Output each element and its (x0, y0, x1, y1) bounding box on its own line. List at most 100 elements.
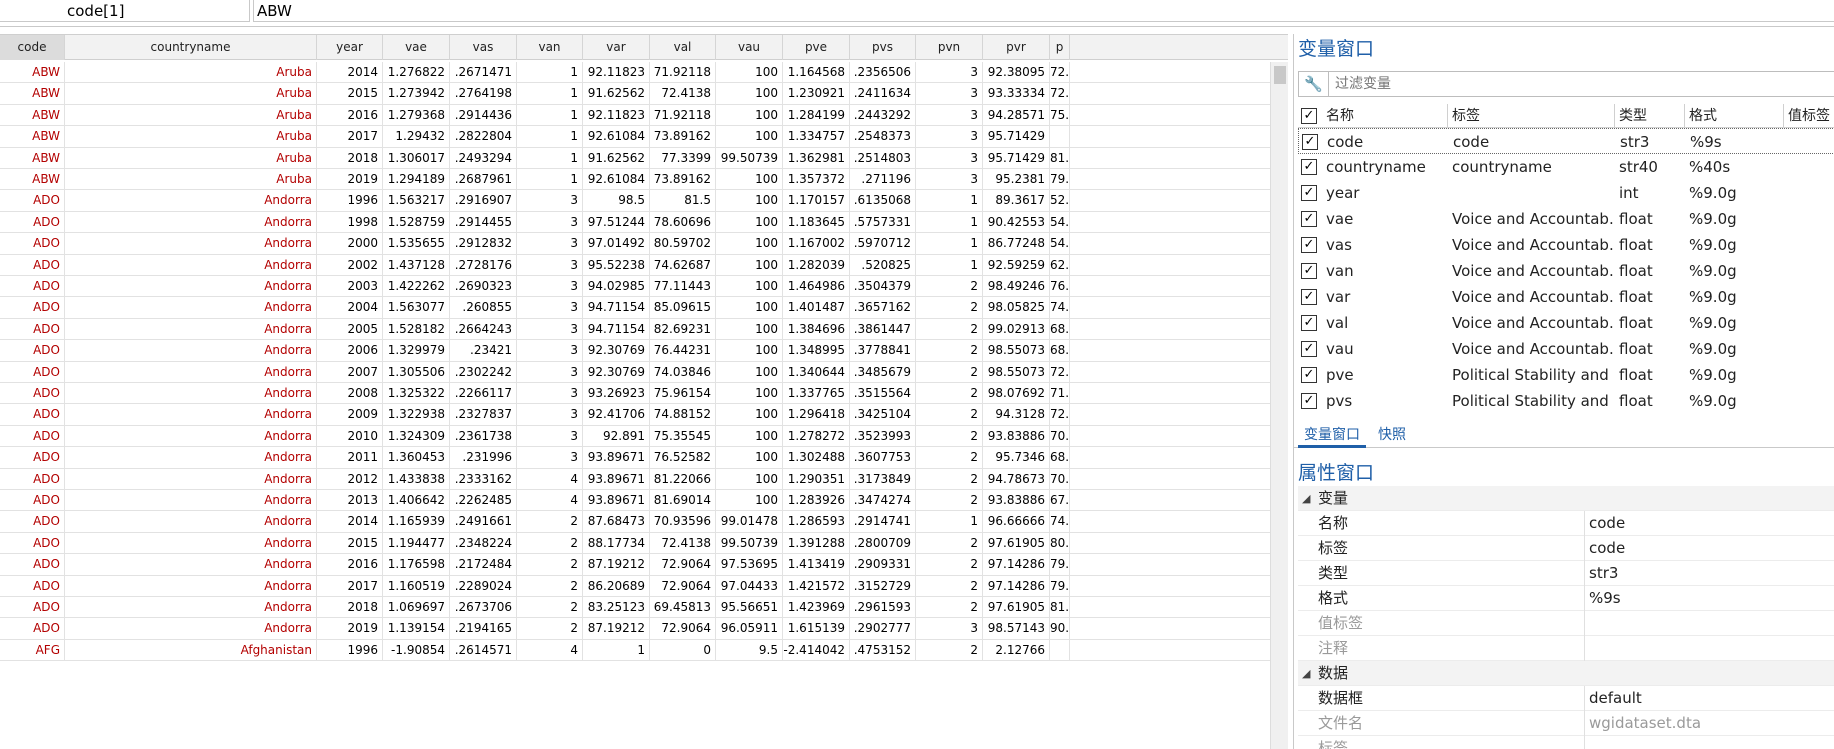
cell-countryname[interactable]: Andorra (65, 297, 317, 319)
cell-vas[interactable]: .2262485 (450, 490, 517, 511)
variable-checkbox[interactable]: ✓ (1301, 211, 1317, 227)
cell-var[interactable]: 94.71154 (583, 297, 650, 319)
cell-pvn[interactable]: 2 (916, 490, 983, 511)
cell-code[interactable]: ADO (0, 468, 65, 490)
cell-pvn[interactable]: 2 (916, 361, 983, 383)
cell-pvn[interactable]: 1 (916, 254, 983, 276)
cell-countryname[interactable]: Andorra (65, 361, 317, 383)
property-value[interactable] (1584, 611, 1834, 636)
cell-vae[interactable]: 1.433838 (383, 468, 450, 490)
cell-vas[interactable]: .2673706 (450, 597, 517, 618)
cell-countryname[interactable]: Andorra (65, 211, 317, 233)
cell-vau[interactable]: 100 (716, 490, 783, 511)
cell-p[interactable]: 67.7 (1050, 490, 1070, 511)
cell-van[interactable]: 4 (517, 490, 583, 511)
cell-code[interactable]: ABW (0, 104, 65, 126)
cell-vae[interactable]: 1.279368 (383, 104, 450, 126)
cell-countryname[interactable]: Andorra (65, 383, 317, 404)
cell-p[interactable]: 54.7 (1050, 211, 1070, 233)
cell-pve[interactable]: 1.170157 (783, 190, 850, 212)
cell-pvs[interactable]: .3515564 (850, 383, 916, 404)
cell-year[interactable]: 2011 (317, 447, 383, 469)
cell-countryname[interactable]: Andorra (65, 532, 317, 554)
cell-val[interactable]: 75.35545 (650, 425, 716, 447)
cell-vau[interactable]: 100 (716, 447, 783, 469)
cell-vau[interactable]: 99.01478 (716, 511, 783, 533)
cell-van[interactable]: 2 (517, 575, 583, 597)
cell-van[interactable]: 3 (517, 383, 583, 404)
cell-year[interactable]: 1996 (317, 190, 383, 212)
cell-pve[interactable]: 1.230921 (783, 83, 850, 105)
variables-column-header[interactable]: 标签 (1448, 104, 1615, 128)
scroll-thumb[interactable] (1274, 66, 1286, 84)
cell-vau[interactable]: 100 (716, 468, 783, 490)
cell-countryname[interactable]: Andorra (65, 254, 317, 276)
cell-year[interactable]: 2009 (317, 404, 383, 426)
cell-var[interactable]: 97.01492 (583, 233, 650, 255)
cell-p[interactable]: 70.1 (1050, 468, 1070, 490)
cell-var[interactable]: 92.891 (583, 425, 650, 447)
cell-vae[interactable]: 1.322938 (383, 404, 450, 426)
cell-year[interactable]: 2014 (317, 62, 383, 83)
cell-vae[interactable]: 1.324309 (383, 425, 450, 447)
cell-var[interactable]: 98.5 (583, 190, 650, 212)
property-row[interactable]: 标签 code (1298, 536, 1834, 561)
variable-row[interactable]: ✓ pve Political Stability and ... float %9.0… (1298, 362, 1834, 388)
cell-pve[interactable]: 1.302488 (783, 447, 850, 469)
column-header-val[interactable]: val (650, 35, 716, 60)
cell-vau[interactable]: 100 (716, 62, 783, 83)
cell-pvr[interactable]: 95.2381 (983, 169, 1050, 190)
cell-code[interactable]: ADO (0, 383, 65, 404)
cell-vas[interactable]: .2914455 (450, 211, 517, 233)
cell-var[interactable]: 93.89671 (583, 447, 650, 469)
cell-p[interactable]: 74.2 (1050, 297, 1070, 319)
cell-pvs[interactable]: .3485679 (850, 361, 916, 383)
cell-vae[interactable]: 1.29432 (383, 126, 450, 148)
cell-year[interactable]: 2004 (317, 297, 383, 319)
cell-van[interactable]: 1 (517, 126, 583, 148)
cell-val[interactable]: 85.09615 (650, 297, 716, 319)
cell-val[interactable]: 72.9064 (650, 554, 716, 576)
variable-row[interactable]: ✓ val Voice and Accountab... float %9.0g (1298, 310, 1834, 336)
cell-pvr[interactable]: 98.07692 (983, 383, 1050, 404)
cell-pvr[interactable]: 95.71429 (983, 126, 1050, 148)
cell-pvn[interactable]: 2 (916, 468, 983, 490)
property-value[interactable]: code (1584, 536, 1834, 561)
cell-countryname[interactable]: Andorra (65, 233, 317, 255)
cell-var[interactable]: 87.68473 (583, 511, 650, 533)
cell-vae[interactable]: -1.90854 (383, 639, 450, 661)
cell-p[interactable]: 68.1 (1050, 340, 1070, 362)
cell-vau[interactable]: 100 (716, 190, 783, 212)
cell-pve[interactable]: 1.615139 (783, 618, 850, 640)
property-group[interactable]: ◢ 变量 (1298, 486, 1834, 511)
cell-val[interactable]: 71.92118 (650, 104, 716, 126)
cell-p[interactable]: 79.5 (1050, 575, 1070, 597)
cell-vas[interactable]: .2348224 (450, 532, 517, 554)
cell-pvs[interactable]: .5970712 (850, 233, 916, 255)
cell-vas[interactable]: .2493294 (450, 147, 517, 169)
cell-year[interactable]: 2016 (317, 554, 383, 576)
cell-val[interactable]: 72.4138 (650, 83, 716, 105)
cell-pvs[interactable]: .2961593 (850, 597, 916, 618)
cell-vas[interactable]: .2491661 (450, 511, 517, 533)
cell-vae[interactable]: 1.563217 (383, 190, 450, 212)
cell-countryname[interactable]: Aruba (65, 83, 317, 105)
property-row[interactable]: 名称 code (1298, 511, 1834, 536)
cell-countryname[interactable]: Andorra (65, 554, 317, 576)
cell-pvs[interactable]: .3474274 (850, 490, 916, 511)
cell-p[interactable]: 80.4 (1050, 532, 1070, 554)
cell-vau[interactable]: 100 (716, 276, 783, 297)
variable-row[interactable]: ✓ code code str3 %9s (1298, 128, 1834, 154)
cell-var[interactable]: 88.17734 (583, 532, 650, 554)
cell-vau[interactable]: 95.56651 (716, 597, 783, 618)
cell-pvr[interactable]: 95.7346 (983, 447, 1050, 469)
cell-p[interactable]: 75.7 (1050, 104, 1070, 126)
cell-countryname[interactable]: Andorra (65, 511, 317, 533)
cell-code[interactable]: ADO (0, 361, 65, 383)
cell-vae[interactable]: 1.422262 (383, 276, 450, 297)
cell-vae[interactable]: 1.160519 (383, 575, 450, 597)
cell-year[interactable]: 2019 (317, 618, 383, 640)
cell-van[interactable]: 1 (517, 104, 583, 126)
cell-vau[interactable]: 100 (716, 83, 783, 105)
cell-var[interactable]: 93.89671 (583, 468, 650, 490)
